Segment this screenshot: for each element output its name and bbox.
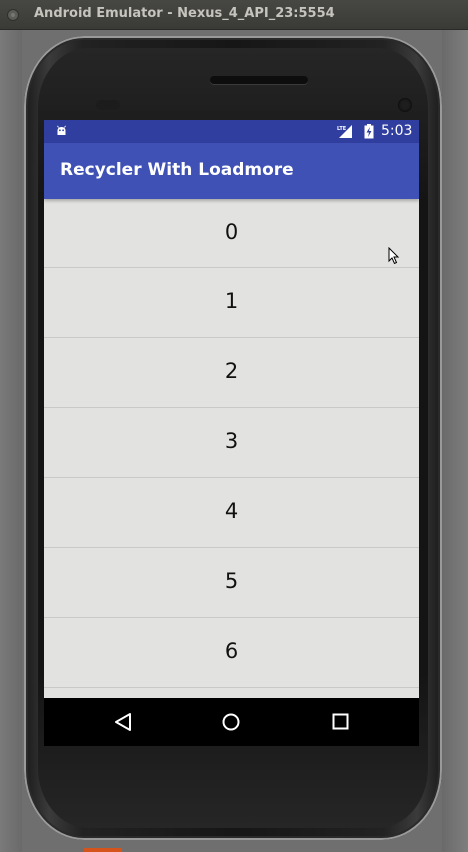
navigation-bar [44, 698, 419, 746]
list-item-label: 4 [224, 499, 239, 523]
svg-text:LTE: LTE [337, 126, 347, 132]
earpiece-speaker [210, 76, 308, 84]
recents-icon[interactable] [332, 713, 349, 730]
list-item[interactable]: 0 [44, 199, 419, 268]
back-icon[interactable] [114, 712, 132, 732]
proximity-sensor [96, 100, 120, 110]
home-icon[interactable] [222, 713, 240, 731]
list-item-label: 0 [224, 220, 239, 244]
backdrop-right [442, 30, 468, 852]
front-camera [398, 98, 412, 112]
list-item-label: 3 [224, 429, 239, 453]
app-title: Recycler With Loadmore [60, 160, 294, 180]
recycler-list[interactable]: 0 1 2 3 4 5 6 [44, 199, 419, 699]
app-toolbar: Recycler With Loadmore [44, 143, 419, 199]
list-item-label: 6 [224, 639, 239, 663]
window-title: Android Emulator - Nexus_4_API_23:5554 [34, 6, 335, 21]
taskbar-accent [84, 848, 122, 852]
battery-charging-icon [364, 124, 374, 139]
list-item[interactable]: 1 [44, 268, 419, 338]
backdrop-left [0, 30, 22, 852]
list-item[interactable]: 5 [44, 548, 419, 618]
list-item[interactable]: 2 [44, 338, 419, 408]
list-item-label: 2 [224, 359, 239, 383]
window-close-button[interactable] [7, 9, 19, 21]
device-screen[interactable]: LTE 5:03 Recycler With Loadmore 0 1 2 3 … [44, 120, 419, 746]
list-item[interactable]: 6 [44, 618, 419, 688]
lte-signal-icon: LTE [337, 125, 352, 138]
list-item[interactable]: 4 [44, 478, 419, 548]
emulator-title-bar: Android Emulator - Nexus_4_API_23:5554 [0, 0, 468, 30]
list-item-label: 1 [224, 289, 239, 313]
list-item[interactable]: 3 [44, 408, 419, 478]
mouse-cursor-icon [388, 247, 400, 265]
status-bar: LTE 5:03 [44, 120, 419, 143]
list-item-label: 5 [224, 569, 239, 593]
android-debug-icon [57, 125, 66, 135]
status-clock: 5:03 [381, 123, 413, 139]
